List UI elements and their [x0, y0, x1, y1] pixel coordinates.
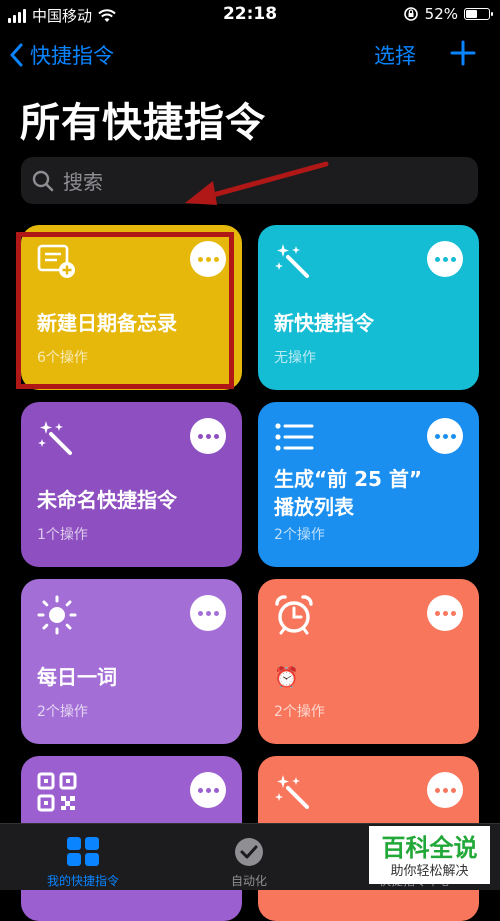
more-button[interactable]	[427, 418, 463, 454]
watermark-slogan: 助你轻松解决	[390, 864, 469, 879]
dot	[434, 433, 440, 439]
sun-icon	[37, 595, 77, 635]
more-button[interactable]	[190, 595, 226, 631]
list-icon	[274, 418, 314, 458]
status-right: 52%	[403, 5, 493, 23]
tab-my-shortcuts[interactable]: 我的快捷指令	[0, 824, 166, 890]
status-bar: 中国移动 22:18 52%	[0, 0, 500, 30]
dot	[442, 256, 448, 262]
qr-code-icon	[37, 772, 77, 812]
shortcut-card-new-shortcut[interactable]: 新快捷指令 无操作	[258, 225, 479, 390]
dot	[434, 610, 440, 616]
shortcut-action-count: 无操作	[274, 350, 316, 366]
dot	[197, 433, 203, 439]
dot	[450, 433, 456, 439]
dot	[205, 433, 211, 439]
dot	[442, 433, 448, 439]
more-button[interactable]	[190, 418, 226, 454]
more-button[interactable]	[427, 595, 463, 631]
annotation-highlight-box	[16, 232, 234, 389]
shortcut-action-count: 2个操作	[274, 527, 325, 543]
shortcut-name-line-2: 播放列表	[274, 495, 354, 519]
shortcut-card-untitled[interactable]: 未命名快捷指令 1个操作	[21, 402, 242, 567]
clock-check-icon	[235, 838, 263, 866]
shortcut-card-top-25-playlist[interactable]: 生成“前 25 首” 播放列表 2个操作	[258, 402, 479, 567]
shortcut-card-alarm[interactable]: ⏰ 2个操作	[258, 579, 479, 744]
dot	[434, 256, 440, 262]
back-button[interactable]: 快捷指令	[10, 40, 114, 70]
shortcut-card-word-of-day[interactable]: 每日一词 2个操作	[21, 579, 242, 744]
magic-wand-icon	[37, 418, 77, 458]
more-button[interactable]	[190, 772, 226, 808]
dot	[450, 610, 456, 616]
dot	[442, 610, 448, 616]
orientation-lock-icon	[403, 7, 418, 21]
shortcut-name: 生成“前 25 首” 播放列表	[274, 465, 467, 521]
shortcut-name-line-1: 生成“前 25 首”	[274, 467, 423, 491]
shortcut-name: 每日一词	[37, 665, 117, 689]
dot	[213, 787, 219, 793]
plus-icon	[450, 40, 476, 66]
shortcut-action-count: 2个操作	[274, 704, 325, 720]
alarm-clock-icon	[274, 595, 314, 635]
shortcut-name: ⏰	[274, 665, 299, 689]
dot	[442, 787, 448, 793]
navigation-bar: 快捷指令 选择	[0, 38, 500, 74]
dot	[450, 787, 456, 793]
tab-label: 自动化	[230, 874, 267, 888]
battery-icon	[464, 8, 493, 20]
search-field[interactable]: 搜索	[21, 157, 478, 204]
page-title: 所有快捷指令	[20, 100, 266, 146]
more-button[interactable]	[427, 772, 463, 808]
dot	[197, 610, 203, 616]
chevron-left-icon	[10, 43, 23, 67]
tab-label: 我的快捷指令	[46, 874, 119, 888]
dot	[205, 610, 211, 616]
search-placeholder: 搜索	[63, 170, 103, 194]
dot	[450, 256, 456, 262]
shortcut-name: 新快捷指令	[274, 311, 374, 335]
tab-automation[interactable]: 自动化	[166, 824, 332, 890]
add-shortcut-button[interactable]	[450, 40, 476, 70]
more-button[interactable]	[427, 241, 463, 277]
watermark-logo: 百科全说 助你轻松解决	[369, 826, 490, 884]
grid-icon	[67, 837, 99, 866]
dot	[205, 787, 211, 793]
back-label: 快捷指令	[30, 44, 114, 68]
magic-wand-icon	[274, 772, 314, 812]
search-icon	[32, 170, 54, 191]
select-button[interactable]: 选择	[374, 40, 416, 70]
dot	[213, 433, 219, 439]
dot	[434, 787, 440, 793]
shortcut-action-count: 2个操作	[37, 704, 88, 720]
dot	[213, 610, 219, 616]
watermark-brand: 百科全说	[381, 834, 478, 862]
shortcut-name: 未命名快捷指令	[37, 488, 177, 512]
battery-percent: 52%	[424, 5, 458, 23]
battery-level-fill	[466, 10, 477, 18]
dot	[197, 787, 203, 793]
magic-wand-icon	[274, 241, 314, 281]
shortcut-action-count: 1个操作	[37, 527, 88, 543]
